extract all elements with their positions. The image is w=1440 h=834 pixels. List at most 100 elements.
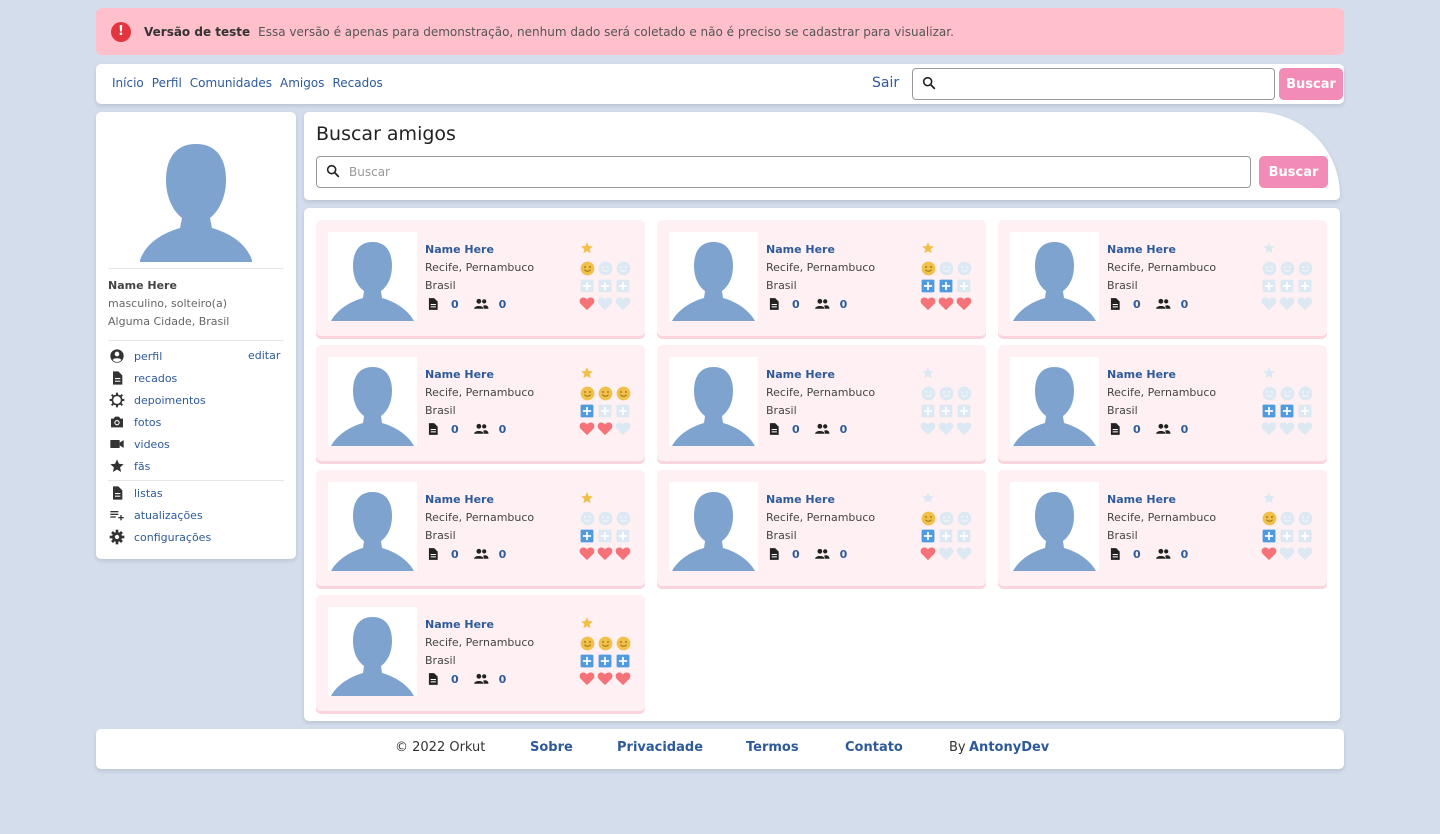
reliable-icon[interactable]: [579, 510, 595, 526]
sexy-icon[interactable]: [1261, 545, 1277, 561]
cool-icon[interactable]: [956, 278, 972, 294]
footer-link-contato[interactable]: Contato: [845, 740, 903, 755]
cool-icon[interactable]: [579, 653, 595, 669]
sexy-icon[interactable]: [597, 295, 613, 311]
nav-link-inicio[interactable]: Início: [112, 76, 144, 90]
scraps-count[interactable]: 0: [451, 298, 459, 311]
sexy-icon[interactable]: [579, 295, 595, 311]
friend-name[interactable]: Name Here: [1107, 368, 1176, 381]
scraps-count[interactable]: 0: [451, 673, 459, 686]
friend-avatar[interactable]: [328, 232, 417, 321]
reliable-icon[interactable]: [615, 385, 631, 401]
reliable-icon[interactable]: [1261, 260, 1277, 276]
sexy-icon[interactable]: [956, 420, 972, 436]
sidebar-item-fotos[interactable]: fotos: [108, 413, 161, 431]
friend-avatar[interactable]: [1010, 482, 1099, 571]
friends-count[interactable]: 0: [1181, 423, 1189, 436]
sidebar-item-perfil[interactable]: perfil: [108, 347, 162, 365]
reliable-icon[interactable]: [938, 385, 954, 401]
logout-link[interactable]: Sair: [872, 75, 899, 91]
sexy-icon[interactable]: [597, 545, 613, 561]
fan-star-icon[interactable]: [579, 365, 595, 381]
friend-name[interactable]: Name Here: [766, 368, 835, 381]
reliable-icon[interactable]: [1261, 510, 1277, 526]
fan-star-icon[interactable]: [920, 240, 936, 256]
reliable-icon[interactable]: [1297, 385, 1313, 401]
friend-avatar[interactable]: [328, 357, 417, 446]
footer-link-privacidade[interactable]: Privacidade: [617, 740, 703, 755]
sidebar-item-recados[interactable]: recados: [108, 369, 177, 387]
footer-author-link[interactable]: AntonyDev: [969, 740, 1049, 755]
reliable-icon[interactable]: [597, 260, 613, 276]
fan-star-icon[interactable]: [1261, 365, 1277, 381]
scraps-count[interactable]: 0: [1133, 548, 1141, 561]
friend-avatar[interactable]: [1010, 357, 1099, 446]
friend-search-input[interactable]: Buscar: [316, 156, 1251, 188]
scraps-count[interactable]: 0: [792, 423, 800, 436]
reliable-icon[interactable]: [920, 385, 936, 401]
scraps-count[interactable]: 0: [1133, 298, 1141, 311]
top-search-button[interactable]: Buscar: [1279, 68, 1343, 100]
cool-icon[interactable]: [1297, 403, 1313, 419]
friends-count[interactable]: 0: [499, 673, 507, 686]
cool-icon[interactable]: [1261, 528, 1277, 544]
cool-icon[interactable]: [615, 278, 631, 294]
sexy-icon[interactable]: [615, 420, 631, 436]
sexy-icon[interactable]: [615, 670, 631, 686]
reliable-icon[interactable]: [1279, 385, 1295, 401]
reliable-icon[interactable]: [938, 510, 954, 526]
friend-name[interactable]: Name Here: [425, 368, 494, 381]
friends-count[interactable]: 0: [1181, 548, 1189, 561]
footer-link-termos[interactable]: Termos: [746, 740, 799, 755]
reliable-icon[interactable]: [579, 385, 595, 401]
scraps-count[interactable]: 0: [451, 548, 459, 561]
scraps-count[interactable]: 0: [1133, 423, 1141, 436]
friends-count[interactable]: 0: [499, 423, 507, 436]
sexy-icon[interactable]: [579, 545, 595, 561]
friend-card[interactable]: Name Here Recife, Pernambuco Brasil 0 0: [316, 595, 645, 711]
friend-card[interactable]: Name Here Recife, Pernambuco Brasil 0 0: [657, 220, 986, 336]
friend-name[interactable]: Name Here: [1107, 493, 1176, 506]
reliable-icon[interactable]: [597, 635, 613, 651]
sexy-icon[interactable]: [1279, 420, 1295, 436]
friends-count[interactable]: 0: [499, 548, 507, 561]
sexy-icon[interactable]: [1279, 545, 1295, 561]
reliable-icon[interactable]: [1279, 260, 1295, 276]
scraps-count[interactable]: 0: [792, 548, 800, 561]
sexy-icon[interactable]: [956, 295, 972, 311]
reliable-icon[interactable]: [1297, 510, 1313, 526]
friend-search-button[interactable]: Buscar: [1259, 156, 1328, 188]
cool-icon[interactable]: [938, 278, 954, 294]
sexy-icon[interactable]: [597, 670, 613, 686]
reliable-icon[interactable]: [956, 385, 972, 401]
sexy-icon[interactable]: [920, 545, 936, 561]
cool-icon[interactable]: [1297, 528, 1313, 544]
friend-name[interactable]: Name Here: [1107, 243, 1176, 256]
sexy-icon[interactable]: [1261, 295, 1277, 311]
fan-star-icon[interactable]: [579, 490, 595, 506]
cool-icon[interactable]: [597, 528, 613, 544]
friends-count[interactable]: 0: [499, 298, 507, 311]
reliable-icon[interactable]: [1297, 260, 1313, 276]
cool-icon[interactable]: [956, 528, 972, 544]
sexy-icon[interactable]: [938, 420, 954, 436]
friend-card[interactable]: Name Here Recife, Pernambuco Brasil 0 0: [998, 345, 1327, 461]
cool-icon[interactable]: [1279, 528, 1295, 544]
sexy-icon[interactable]: [1279, 295, 1295, 311]
sexy-icon[interactable]: [579, 670, 595, 686]
friend-card[interactable]: Name Here Recife, Pernambuco Brasil 0 0: [316, 470, 645, 586]
reliable-icon[interactable]: [920, 510, 936, 526]
sidebar-item-depoimentos[interactable]: depoimentos: [108, 391, 206, 409]
cool-icon[interactable]: [938, 403, 954, 419]
sexy-icon[interactable]: [938, 295, 954, 311]
nav-link-amigos[interactable]: Amigos: [280, 76, 324, 90]
friend-name[interactable]: Name Here: [766, 493, 835, 506]
sexy-icon[interactable]: [938, 545, 954, 561]
scraps-count[interactable]: 0: [792, 298, 800, 311]
cool-icon[interactable]: [597, 403, 613, 419]
friends-count[interactable]: 0: [1181, 298, 1189, 311]
sexy-icon[interactable]: [615, 545, 631, 561]
scraps-count[interactable]: 0: [451, 423, 459, 436]
sexy-icon[interactable]: [615, 295, 631, 311]
footer-link-sobre[interactable]: Sobre: [530, 740, 573, 755]
